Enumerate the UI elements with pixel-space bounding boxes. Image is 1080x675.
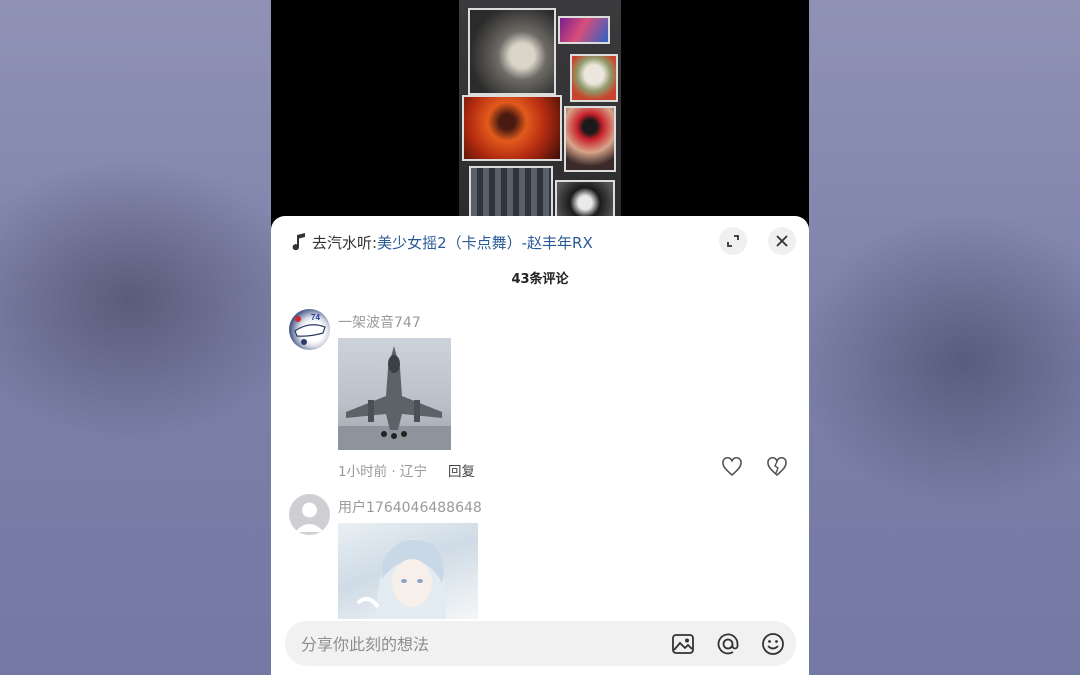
comment-input[interactable]: [299, 621, 643, 668]
emoji-icon[interactable]: [760, 631, 786, 657]
comment-image[interactable]: [338, 523, 478, 619]
airplane-logo-icon: 74: [294, 313, 326, 345]
photo-collage: [459, 0, 621, 216]
music-prefix: 去汽水听:: [312, 233, 378, 252]
collage-tile: [469, 166, 553, 216]
comments-panel: 去汽水听: 美少女摇2（卡点舞）-赵丰年RX 43条评论 74 一架波音747 …: [271, 216, 809, 675]
comment-meta: 1小时前 · 辽宁: [338, 464, 427, 480]
comment-username[interactable]: 用户1764046488648: [338, 497, 482, 517]
collage-tile: [462, 95, 562, 161]
comment-username[interactable]: 一架波音747: [338, 312, 421, 332]
avatar[interactable]: 74: [289, 309, 330, 350]
music-song-title[interactable]: 美少女摇2（卡点舞）-赵丰年RX: [377, 232, 593, 253]
expand-button[interactable]: [719, 227, 747, 255]
close-button[interactable]: [768, 227, 796, 255]
comments-count-title: 43条评论: [511, 272, 569, 287]
collage-tile: [564, 106, 616, 172]
at-icon[interactable]: [715, 631, 741, 657]
fighter-jet-image: [338, 346, 451, 450]
collage-tile: [558, 16, 610, 44]
default-avatar-icon[interactable]: [289, 494, 330, 535]
heart-icon[interactable]: [721, 457, 743, 477]
comment-input-bar: [285, 621, 796, 668]
comment-image[interactable]: [338, 338, 451, 450]
close-icon: [776, 235, 788, 247]
reply-button[interactable]: 回复: [448, 460, 475, 480]
collage-tile: [555, 180, 615, 216]
collage-tile: [570, 54, 618, 102]
music-note-icon: [292, 233, 305, 251]
svg-text:74: 74: [311, 313, 320, 322]
music-source-link[interactable]: 去汽水听: 美少女摇2（卡点舞）-赵丰年RX: [291, 232, 593, 252]
image-icon[interactable]: [670, 631, 696, 657]
user-silhouette-icon: [295, 502, 324, 532]
phone-screen: 去汽水听: 美少女摇2（卡点舞）-赵丰年RX 43条评论 74 一架波音747 …: [271, 0, 809, 675]
anime-illustration-image: [356, 539, 447, 619]
collage-tile: [468, 8, 556, 95]
broken-heart-icon[interactable]: [766, 457, 788, 477]
video-preview[interactable]: [271, 0, 809, 216]
expand-icon: [727, 235, 739, 247]
